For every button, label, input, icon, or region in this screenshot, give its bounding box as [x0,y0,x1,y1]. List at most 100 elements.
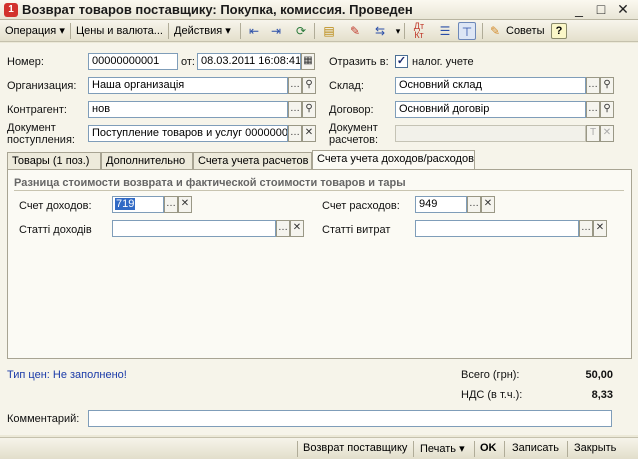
group-title: Разница стоимости возврата и фактической… [14,177,406,189]
save-button[interactable]: Записать [512,442,559,454]
income-items-label: Статті доходів [19,224,92,236]
vat-label: НДС (в т.ч.): [461,389,523,401]
structure-icon[interactable]: ⇆ [371,22,389,40]
tab-goods[interactable]: Товары (1 поз.) [7,152,101,169]
bottom-bar: Возврат поставщику Печать ▾ OK Записать … [0,437,638,459]
number-field[interactable]: 00000000001 [88,53,178,70]
vat-value: 8,33 [591,389,613,401]
receipt-document-label: Документ поступления: [7,122,75,146]
select-button[interactable]: … [276,220,290,237]
select-button[interactable]: … [288,101,302,118]
filter-tree-icon[interactable]: ⊤ [458,22,476,40]
operation-menu[interactable]: Операция ▾ [2,22,68,40]
total-label: Всего (грн): [461,369,520,381]
prices-currency-button[interactable]: Цены и валюта... [73,22,166,40]
tab-panel [7,169,632,359]
bottom-separator [297,441,298,457]
calendar-icon[interactable]: ▦ [301,53,315,70]
search-icon[interactable]: ⚲ [600,101,614,118]
type-icon[interactable]: T [586,125,600,142]
contractor-label: Контрагент: [7,104,67,116]
receipt-document-label-line1: Документ [7,122,56,134]
ok-button[interactable]: OK [480,442,497,454]
toolbar-separator [168,23,169,39]
forward-arrow-icon[interactable]: ⇥ [267,22,285,40]
date-label: от: [181,56,195,68]
tax-accounting-label: налог. учете [412,56,474,68]
maximize-button[interactable]: □ [592,1,610,17]
expense-items-label: Статті витрат [322,224,391,236]
toolbar-separator [314,23,315,39]
close-window-button[interactable]: ✕ [614,1,632,17]
tabs-bar: Товары (1 поз.) Дополнительно Счета учет… [7,150,632,170]
window-title: Возврат товаров поставщику: Покупка, ком… [22,2,413,17]
toolbar-separator [482,23,483,39]
bottom-separator [413,441,414,457]
settlement-document-label: Документ расчетов: [329,122,378,146]
return-supplier-button[interactable]: Возврат поставщику [303,442,407,454]
clear-icon[interactable]: ✕ [302,125,316,142]
search-icon[interactable]: ⚲ [302,101,316,118]
contract-label: Договор: [329,104,374,116]
tab-additional[interactable]: Дополнительно [101,152,193,169]
tab-settlement-accounts[interactable]: Счета учета расчетов [193,152,312,169]
contract-field[interactable]: Основний договір [395,101,586,118]
income-items-field[interactable] [112,220,276,237]
settlement-document-label-line2: расчетов: [329,134,379,146]
search-icon[interactable]: ⚲ [302,77,316,94]
help-button[interactable]: ? [551,23,567,39]
print-button[interactable]: Печать ▾ [420,442,465,455]
title-bar: 1 Возврат товаров поставщику: Покупка, к… [0,0,638,20]
tips-button[interactable]: Советы [503,22,547,40]
number-label: Номер: [7,56,44,68]
contractor-field[interactable]: нов [88,101,288,118]
organization-field[interactable]: Наша организація [88,77,288,94]
select-button[interactable]: … [579,220,593,237]
back-arrow-icon[interactable]: ⇤ [245,22,263,40]
receipt-document-field[interactable]: Поступление товаров и услуг 0000000 [88,125,288,142]
copy-document-icon[interactable]: ▤ [320,22,338,40]
actions-menu[interactable]: Действия ▾ [171,22,234,40]
comment-field[interactable] [88,410,612,427]
total-value: 50,00 [585,369,613,381]
select-button[interactable]: … [586,101,600,118]
tips-icon[interactable]: ✎ [486,22,504,40]
date-field[interactable]: 08.03.2011 16:08:41 [197,53,301,70]
warehouse-label: Склад: [329,80,364,92]
clear-icon[interactable]: ✕ [481,196,495,213]
expense-account-label: Счет расходов: [322,200,400,212]
organization-label: Организация: [7,80,77,92]
toolbar-separator [240,23,241,39]
toolbar-separator [70,23,71,39]
select-button[interactable]: … [586,77,600,94]
clear-icon[interactable]: ✕ [178,196,192,213]
expense-account-field[interactable]: 949 [415,196,467,213]
debit-credit-icon[interactable]: Дт Кт [410,22,428,40]
clear-icon[interactable]: ✕ [600,125,614,142]
tax-accounting-checkbox[interactable]: ✓ [395,55,408,68]
select-button[interactable]: … [164,196,178,213]
select-button[interactable]: … [288,125,302,142]
search-icon[interactable]: ⚲ [600,77,614,94]
minimize-button[interactable]: _ [570,1,588,17]
receipt-document-label-line2: поступления: [7,134,75,146]
settlement-document-label-line1: Документ [329,122,378,134]
close-button[interactable]: Закрыть [574,442,616,454]
price-type-link[interactable]: Тип цен: Не заполнено! [7,369,127,381]
settlement-document-field[interactable] [395,125,586,142]
refresh-icon[interactable]: ⟳ [292,22,310,40]
delete-mark-icon[interactable]: ✎ [346,22,364,40]
list-icon[interactable]: ☰ [436,22,454,40]
income-account-field[interactable]: 719 [112,196,164,213]
bottom-separator [504,441,505,457]
select-button[interactable]: … [288,77,302,94]
clear-icon[interactable]: ✕ [593,220,607,237]
tab-income-expense-accounts[interactable]: Счета учета доходов/расходов [312,150,475,169]
warehouse-field[interactable]: Основний склад [395,77,586,94]
comment-label: Комментарий: [7,413,80,425]
income-account-label: Счет доходов: [19,200,92,212]
clear-icon[interactable]: ✕ [290,220,304,237]
expense-items-field[interactable] [415,220,579,237]
income-account-value: 719 [115,198,136,210]
select-button[interactable]: … [467,196,481,213]
